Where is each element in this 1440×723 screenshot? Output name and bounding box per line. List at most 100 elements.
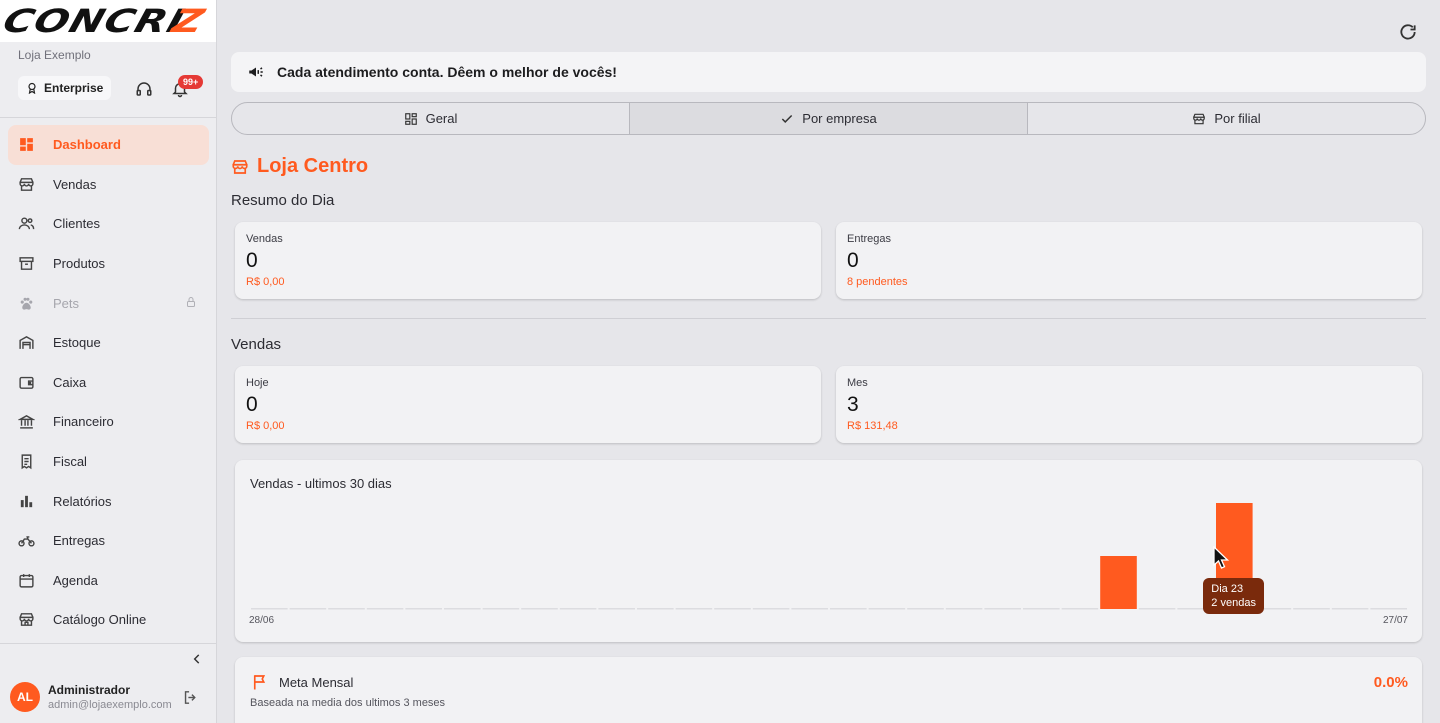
chart-bar[interactable] (559, 608, 597, 610)
chart-bar[interactable] (1331, 608, 1369, 610)
chart-bar[interactable] (1293, 608, 1330, 610)
sidebar-item-label: Vendas (53, 176, 97, 192)
chart-bar[interactable] (830, 608, 867, 610)
sidebar-item-clientes[interactable]: Clientes (8, 204, 209, 244)
award-icon (28, 82, 36, 94)
chart-bar[interactable] (598, 608, 635, 610)
chart-bar[interactable] (289, 608, 327, 610)
main-content: Cada atendimento conta. Dêem o melhor de… (231, 0, 1426, 723)
tab-geral[interactable]: Geral (232, 103, 629, 134)
sales-bar-chart (251, 503, 1407, 610)
goal-percent: 0.0% (1373, 674, 1408, 691)
receipt-icon (21, 454, 32, 470)
stat-card-vendas-dia: Vendas 0 R$ 0,00 (235, 222, 821, 299)
user-email: admin@lojaexemplo.com (48, 699, 172, 711)
chart-bar[interactable] (1370, 608, 1407, 610)
chart-bar[interactable] (1100, 556, 1137, 609)
chart-bar[interactable] (328, 608, 365, 610)
archive-icon (19, 257, 34, 270)
sidebar-item-agenda[interactable]: Agenda (8, 561, 209, 601)
sidebar-item-dashboard[interactable]: Dashboard (8, 125, 209, 165)
sidebar-item-caixa[interactable]: Caixa (8, 363, 209, 403)
sidebar-item-label: Entregas (53, 533, 106, 549)
paw-icon (20, 297, 33, 310)
divider (0, 117, 216, 118)
x-axis-end-label: 27/07 (1382, 615, 1408, 626)
chart-bar[interactable] (907, 608, 944, 610)
wallet-icon (19, 376, 34, 389)
sidebar-item-fiscal[interactable]: Fiscal (8, 442, 209, 482)
goal-subtitle: Baseada na media dos ultimos 3 meses (250, 697, 446, 709)
user-profile[interactable]: AL Administrador admin@lojaexemplo.com (10, 682, 172, 712)
chart-bar[interactable] (868, 608, 906, 610)
sidebar-item-vendas[interactable]: Vendas (8, 165, 209, 205)
plan-badge[interactable]: Enterprise (18, 76, 112, 100)
chart-bar[interactable] (945, 608, 983, 610)
chart-bar[interactable] (482, 608, 520, 610)
divider (0, 643, 216, 644)
warehouse-icon (19, 336, 34, 350)
chart-bar[interactable] (521, 608, 558, 610)
tab-por-filial[interactable]: Por filial (1027, 103, 1425, 134)
sidebar-item-entregas[interactable]: Entregas (8, 521, 209, 561)
view-tabs: Geral Por empresa Por filial (231, 102, 1426, 135)
divider (231, 318, 1426, 319)
sidebar-item-catalogo-online[interactable]: Catálogo Online (8, 600, 209, 640)
notification-count-badge: 99+ (178, 75, 204, 89)
sidebar-item-label: Estoque (53, 335, 101, 351)
chart-bar[interactable] (791, 608, 828, 610)
goal-title: Meta Mensal (279, 675, 354, 690)
avatar: AL (10, 682, 40, 712)
refresh-icon[interactable] (1398, 22, 1418, 42)
sidebar-item-financeiro[interactable]: Financeiro (8, 402, 209, 442)
dashboard-icon (20, 138, 33, 152)
sidebar-item-relatorios[interactable]: Relatórios (8, 481, 209, 521)
sidebar-item-label: Caixa (53, 374, 87, 390)
user-name: Administrador (48, 683, 131, 697)
bar-chart-icon (20, 495, 33, 507)
calendar-icon (19, 573, 34, 588)
bank-icon (18, 415, 35, 430)
chart-bar[interactable] (984, 608, 1021, 610)
sidebar-item-label: Financeiro (53, 414, 114, 430)
x-axis-start-label: 28/06 (249, 615, 275, 626)
sidebar-item-estoque[interactable]: Estoque (8, 323, 209, 363)
sidebar-item-label: Clientes (53, 216, 100, 232)
chevron-left-icon[interactable] (190, 652, 204, 666)
section-title-resumo: Resumo do Dia (231, 192, 335, 209)
check-icon (782, 114, 793, 123)
tab-por-empresa[interactable]: Por empresa (629, 103, 1027, 134)
sidebar-item-pets[interactable]: Pets (8, 283, 209, 323)
stat-card-hoje: Hoje 0 R$ 0,00 (235, 366, 821, 443)
chart-bar[interactable] (1023, 608, 1060, 610)
storefront-icon (232, 159, 248, 174)
stat-card-entregas[interactable]: Entregas 0 8 pendentes (836, 222, 1422, 299)
chart-bar[interactable] (444, 608, 481, 610)
storefront-icon (19, 613, 34, 627)
chart-bar[interactable] (752, 608, 790, 610)
lock-icon (187, 297, 195, 308)
logout-icon[interactable] (182, 689, 199, 706)
storefront-icon (1193, 113, 1206, 124)
chart-bar[interactable] (251, 608, 288, 610)
chart-bar[interactable] (714, 608, 751, 610)
chart-bar[interactable] (675, 608, 713, 610)
chart-bar[interactable] (366, 608, 404, 610)
sidebar-item-label: Fiscal (53, 454, 87, 470)
chart-bar[interactable] (1138, 608, 1176, 610)
app-logo[interactable]: CONCRIZ (0, 0, 216, 42)
stat-card-mes: Mes 3 R$ 131,48 (836, 366, 1422, 443)
chart-bar[interactable] (1061, 608, 1099, 610)
support-headset-icon[interactable] (134, 79, 154, 99)
grid-icon (404, 112, 417, 125)
mouse-pointer-icon (1213, 546, 1230, 569)
sidebar-item-label: Relatórios (53, 493, 112, 509)
chart-bar[interactable] (405, 608, 442, 610)
chart-bar[interactable] (637, 608, 674, 610)
sidebar-item-label: Pets (53, 295, 80, 311)
section-title-vendas: Vendas (231, 336, 282, 353)
sidebar-item-produtos[interactable]: Produtos (8, 244, 209, 284)
chart-tooltip: Dia 23 2 vendas (1203, 578, 1264, 614)
flag-icon (253, 675, 266, 690)
sidebar-item-label: Agenda (53, 572, 98, 588)
